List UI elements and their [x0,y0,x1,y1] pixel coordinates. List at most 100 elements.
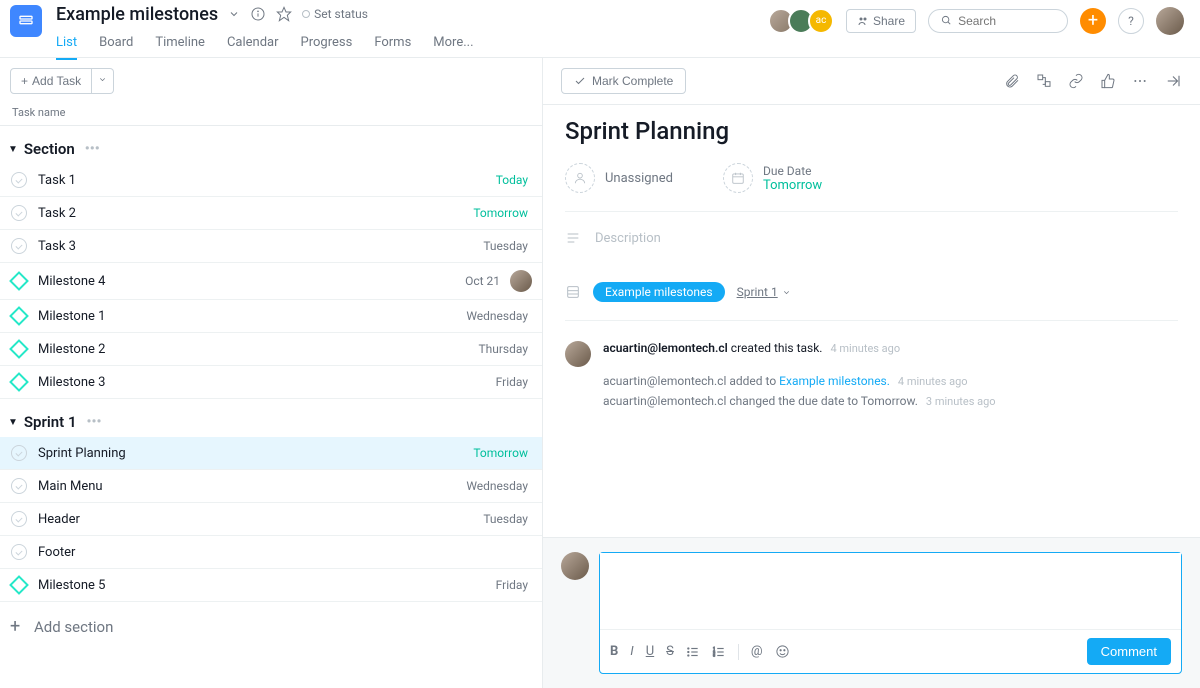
attachment-icon[interactable] [1004,72,1020,90]
due-date: Thursday [478,342,528,356]
due-date: Wednesday [466,479,528,493]
section-header[interactable]: ▼Section••• [0,126,542,164]
task-row[interactable]: Milestone 2Thursday [0,333,542,366]
user-avatar[interactable] [1156,7,1184,35]
activity-created: acuartin@lemontech.cl created this task.… [565,337,1178,371]
info-icon[interactable] [250,6,266,22]
activity-log: acuartin@lemontech.cl changed the due da… [565,391,1178,411]
comment-button[interactable]: Comment [1087,638,1171,665]
mark-complete-button[interactable]: Mark Complete [561,68,686,94]
complete-circle-icon[interactable] [10,444,28,462]
task-row[interactable]: Sprint PlanningTomorrow [0,437,542,470]
task-name: Milestone 1 [38,309,466,324]
milestone-icon[interactable] [10,576,28,594]
task-name: Milestone 4 [38,274,465,289]
due-date: Tuesday [483,239,528,253]
task-name: Task 2 [38,206,473,221]
bold-icon[interactable]: B [610,644,618,659]
task-row[interactable]: Task 2Tomorrow [0,197,542,230]
star-icon[interactable] [276,6,292,22]
description-field[interactable]: Description [565,226,1178,276]
link-icon[interactable] [1068,72,1084,90]
task-name: Milestone 5 [38,578,496,593]
task-row[interactable]: Task 3Tuesday [0,230,542,263]
mention-icon[interactable]: @ [751,644,763,659]
task-title[interactable]: Sprint Planning [565,117,1178,145]
milestone-icon[interactable] [10,307,28,325]
add-section-button[interactable]: +Add section [0,602,542,641]
due-date: Tuesday [483,512,528,526]
help-button[interactable]: ? [1118,8,1144,34]
complete-circle-icon[interactable] [10,237,28,255]
task-name: Header [38,512,483,527]
member-avatars[interactable]: ac [774,8,834,34]
task-row[interactable]: Milestone 1Wednesday [0,300,542,333]
project-icon[interactable] [10,5,42,37]
task-name: Task 3 [38,239,483,254]
underline-icon[interactable]: U [646,644,654,659]
share-button[interactable]: Share [846,9,916,33]
activity-log: acuartin@lemontech.cl added to Example m… [565,371,1178,391]
task-name: Milestone 2 [38,342,478,357]
emoji-icon[interactable] [775,644,790,659]
complete-circle-icon[interactable] [10,543,28,561]
tab-forms[interactable]: Forms [374,29,411,60]
tab-board[interactable]: Board [99,29,133,60]
due-date: Wednesday [466,309,528,323]
due-date-field[interactable]: Due Date Tomorrow [723,163,822,193]
like-icon[interactable] [1100,72,1116,90]
milestone-icon[interactable] [10,272,28,290]
task-row[interactable]: Main MenuWednesday [0,470,542,503]
assignee-avatar[interactable] [510,270,532,292]
close-panel-icon[interactable] [1164,72,1182,90]
tab-timeline[interactable]: Timeline [155,29,205,60]
task-row[interactable]: Milestone 5Friday [0,569,542,602]
project-dropdown-icon[interactable] [228,8,240,20]
task-name: Sprint Planning [38,446,473,461]
complete-circle-icon[interactable] [10,477,28,495]
due-date: Today [496,173,528,187]
global-add-button[interactable]: + [1080,8,1106,34]
due-date: Friday [496,375,528,389]
more-icon[interactable] [1132,72,1148,90]
due-date: Oct 21 [465,274,500,288]
milestone-icon[interactable] [10,373,28,391]
milestone-icon[interactable] [10,340,28,358]
comment-avatar [561,552,589,580]
tab-progress[interactable]: Progress [301,29,353,60]
complete-circle-icon[interactable] [10,510,28,528]
svg-text:3: 3 [713,653,715,657]
tab-list[interactable]: List [56,29,77,60]
add-task-button[interactable]: + Add Task [10,68,92,94]
task-name: Footer [38,545,532,560]
task-row[interactable]: Milestone 4Oct 21 [0,263,542,300]
task-name: Main Menu [38,479,466,494]
search-input[interactable] [928,9,1068,33]
number-list-icon[interactable]: 123 [712,645,726,659]
add-task-dropdown[interactable] [92,68,114,94]
tab-more[interactable]: More... [433,29,473,60]
section-link[interactable]: Sprint 1 [737,285,791,299]
tab-calendar[interactable]: Calendar [227,29,279,60]
section-header[interactable]: ▼Sprint 1••• [0,399,542,437]
set-status[interactable]: Set status [302,7,368,21]
comment-input[interactable] [600,553,1181,629]
column-header-task: Task name [0,102,542,126]
due-date: Tomorrow [473,446,528,460]
bullet-list-icon[interactable] [686,645,700,659]
task-name: Milestone 3 [38,375,496,390]
assignee-field[interactable]: Unassigned [565,163,673,193]
task-row[interactable]: Footer [0,536,542,569]
project-list-icon [565,284,581,300]
complete-circle-icon[interactable] [10,204,28,222]
task-row[interactable]: Task 1Today [0,164,542,197]
italic-icon[interactable]: I [630,644,633,659]
due-date: Tomorrow [473,206,528,220]
project-title[interactable]: Example milestones [56,4,218,25]
strike-icon[interactable]: S [666,644,674,659]
task-row[interactable]: Milestone 3Friday [0,366,542,399]
subtask-icon[interactable] [1036,72,1052,90]
complete-circle-icon[interactable] [10,171,28,189]
project-pill[interactable]: Example milestones [593,282,725,302]
task-row[interactable]: HeaderTuesday [0,503,542,536]
